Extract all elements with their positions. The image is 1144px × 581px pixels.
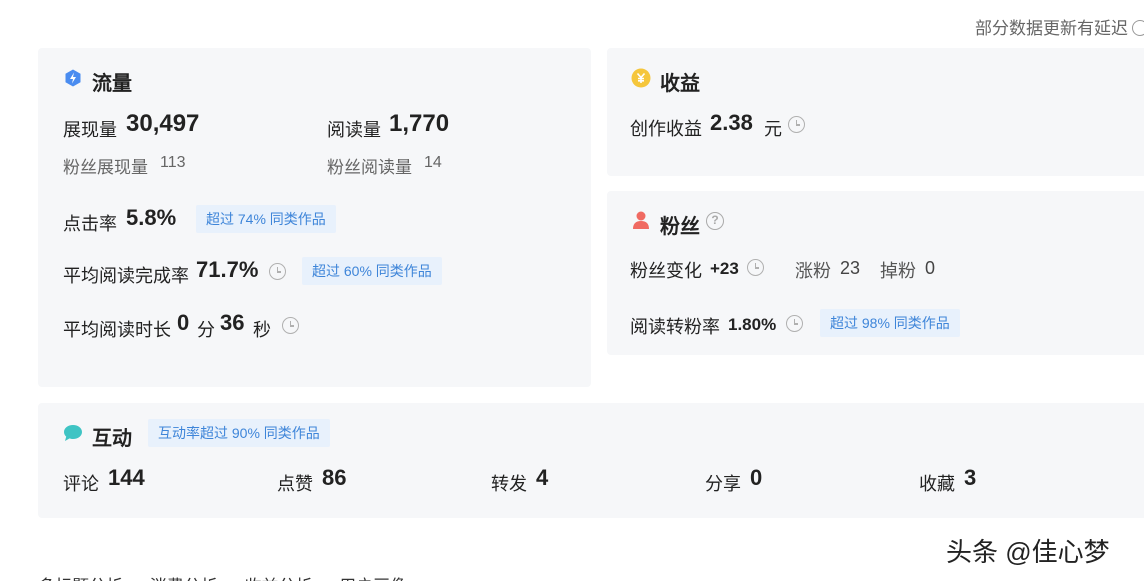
traffic-card: 流量 展现量 30,497 阅读量 1,770 粉丝展现量 113 粉丝阅读量 … [38,48,591,387]
income-title: 收益 [660,73,700,95]
duration-seconds-unit: 秒 [253,320,271,340]
fan-reads-value: 14 [424,154,442,171]
fan-reads-label: 粉丝阅读量 [327,158,412,177]
traffic-title: 流量 [92,73,132,95]
help-icon[interactable] [1132,20,1144,36]
comments-label: 评论 [63,474,99,494]
favorites-label: 收藏 [919,474,955,494]
traffic-icon [65,69,81,87]
reads-value: 1,770 [389,110,450,137]
completion-badge: 超过 60% 同类作品 [302,257,442,285]
impressions-value: 30,497 [126,110,200,137]
fan-loss-value: 0 [925,258,936,278]
watermark: 头条 @佳心梦 [946,537,1110,567]
likes-value: 86 [322,465,347,490]
creation-income-label: 创作收益 [630,119,702,139]
clock-icon[interactable] [269,263,286,280]
ctr-value: 5.8% [126,205,177,230]
fans-card: 粉丝 ? 粉丝变化 +23 涨粉 23 掉粉 0 阅读转粉率 1.80% 超过 … [607,191,1144,355]
fans-title: 粉丝 [660,216,700,238]
read-to-fan-label: 阅读转粉率 [630,317,720,337]
fan-change-label: 粉丝变化 [630,261,702,281]
fan-impressions-label: 粉丝展现量 [63,158,148,177]
shares-label: 分享 [705,474,741,494]
creation-income-value: 2.38 [710,110,753,135]
impressions-label: 展现量 [63,120,117,140]
fan-gain-value: 23 [840,258,861,278]
clock-icon[interactable] [747,259,764,276]
comments-value: 144 [108,465,145,490]
duration-label: 平均阅读时长 [63,320,171,340]
favorites-value: 3 [964,465,977,490]
fan-loss-label: 掉粉 [880,261,916,281]
ctr-badge: 超过 74% 同类作品 [196,205,336,233]
likes-label: 点赞 [277,474,313,494]
fan-gain-label: 涨粉 [795,261,831,281]
interaction-card: 互动 互动率超过 90% 同类作品 评论 144 点赞 86 转发 4 分享 0… [38,403,1144,518]
notice-text: 部分数据更新有延迟 [975,19,1128,38]
data-delay-notice: 部分数据更新有延迟 [975,14,1144,39]
interaction-badge: 互动率超过 90% 同类作品 [148,419,330,447]
clock-icon[interactable] [282,317,299,334]
read-to-fan-badge: 超过 98% 同类作品 [820,309,960,337]
bottom-tabs-partial[interactable]: 多标题分析 消费分析 收益分析 用户画像 [38,572,407,581]
fan-impressions-value: 113 [160,154,186,171]
fans-icon [633,211,649,229]
chat-bubble-icon [64,425,82,441]
clock-icon[interactable] [786,315,803,332]
duration-minutes: 0 [177,310,190,335]
coin-icon [631,68,651,88]
interaction-title: 互动 [92,428,132,450]
fan-change-value: +23 [710,259,739,278]
clock-icon[interactable] [788,116,805,133]
help-icon[interactable]: ? [706,212,724,230]
income-card: 收益 创作收益 2.38 元 [607,48,1144,176]
ctr-label: 点击率 [63,214,117,234]
creation-income-unit: 元 [764,119,782,139]
completion-value: 71.7% [196,257,259,282]
reads-label: 阅读量 [327,120,381,140]
read-to-fan-value: 1.80% [728,315,777,334]
shares-value: 0 [750,465,763,490]
duration-seconds: 36 [220,310,245,335]
duration-minutes-unit: 分 [197,320,215,340]
reposts-label: 转发 [491,474,527,494]
completion-label: 平均阅读完成率 [63,266,189,286]
reposts-value: 4 [536,465,549,490]
